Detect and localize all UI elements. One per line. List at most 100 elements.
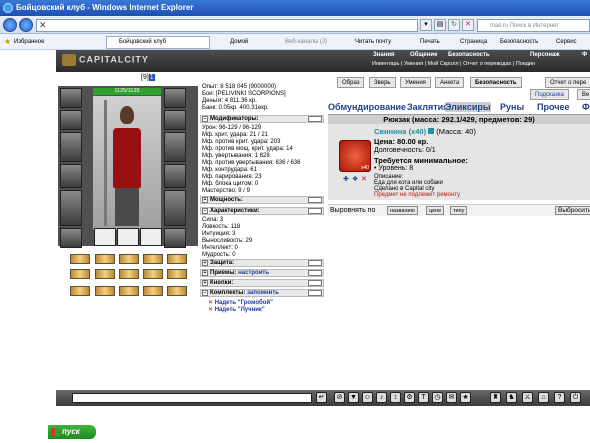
section-controls-icon[interactable] <box>308 208 322 214</box>
scroll-slot-14[interactable] <box>143 286 163 296</box>
scroll-slot-3[interactable] <box>119 254 139 264</box>
search-input[interactable]: mail.ru Поиск в Интернет <box>477 19 590 32</box>
expand-icon[interactable]: + <box>202 260 208 266</box>
sort-by-type-button[interactable]: типу <box>450 206 468 215</box>
use-icon[interactable]: ✚ <box>343 175 349 183</box>
scroll-slot-11[interactable] <box>70 286 90 296</box>
home-button[interactable]: Домой <box>230 34 248 50</box>
scroll-slot-1[interactable] <box>70 254 90 264</box>
send-icon[interactable]: ↵ <box>316 392 327 403</box>
button-image[interactable]: Образ <box>337 77 365 88</box>
sort-by-name-button[interactable]: названию <box>387 206 418 215</box>
expand-icon[interactable]: + <box>202 197 208 203</box>
safety-menu[interactable]: Безопасность <box>500 34 538 50</box>
tab-runes[interactable]: Руны <box>500 102 524 112</box>
sub-menu[interactable]: Инвентарь | Умения | Мой Скролл | Отчет … <box>372 61 535 67</box>
map-icon[interactable]: ⌂ <box>538 392 549 403</box>
collapse-icon[interactable]: − <box>202 208 208 214</box>
sets-section-header[interactable]: − Комплекты: запомнить <box>200 289 324 297</box>
item-name[interactable]: Свинина (x40) <box>374 127 426 136</box>
browser-tab[interactable]: Бойцовский клуб <box>106 36 210 49</box>
scroll-slot-7[interactable] <box>95 269 115 279</box>
scroll-icon[interactable]: ↕ <box>390 392 401 403</box>
stop-icon[interactable]: ✕ <box>462 19 474 31</box>
slot-belt[interactable] <box>60 190 82 226</box>
service-menu[interactable]: Сервис <box>556 34 577 50</box>
scroll-slot-15[interactable] <box>167 286 187 296</box>
expand-icon[interactable]: + <box>202 280 208 286</box>
slot-gloves[interactable] <box>164 110 186 130</box>
scroll-slot-8[interactable] <box>119 269 139 279</box>
character-icon[interactable]: ♞ <box>506 392 517 403</box>
set-item-luchnik[interactable]: ✕ Надеть "Лучник" <box>208 306 265 313</box>
protection-section-header[interactable]: + Защита: <box>200 259 324 267</box>
button-security[interactable]: Безопасность <box>470 77 522 88</box>
start-button[interactable]: пуск <box>48 425 96 439</box>
scroll-slot-9[interactable] <box>143 269 163 279</box>
buttons-section-header[interactable]: + Кнопки: <box>200 279 324 287</box>
chat-input[interactable] <box>72 393 312 403</box>
tab-equipment[interactable]: Обмундирование <box>328 102 406 112</box>
section-controls-icon[interactable] <box>308 197 322 203</box>
slot-armor[interactable] <box>60 164 82 188</box>
scroll-slot-6[interactable] <box>70 269 90 279</box>
smiles-icon[interactable]: ☺ <box>362 392 373 403</box>
section-controls-icon[interactable] <box>308 260 322 266</box>
tab-spells[interactable]: Заклятия <box>407 102 448 112</box>
section-controls-icon[interactable] <box>308 290 322 296</box>
translit-icon[interactable]: T <box>418 392 429 403</box>
expand-icon[interactable]: + <box>202 270 208 276</box>
slot-rings[interactable] <box>164 164 186 188</box>
section-controls-icon[interactable] <box>308 116 322 122</box>
menu-more[interactable]: Ф <box>582 52 587 58</box>
scroll-slot-12[interactable] <box>95 286 115 296</box>
clear-icon[interactable]: ⊘ <box>334 392 345 403</box>
sort-by-price-button[interactable]: цене <box>426 206 445 215</box>
address-bar[interactable]: ✕ <box>36 19 418 32</box>
mail-icon[interactable]: ✉ <box>446 392 457 403</box>
back-button[interactable] <box>3 18 17 32</box>
section-controls-icon[interactable] <box>308 270 322 276</box>
tab-more[interactable]: Ф <box>582 102 590 112</box>
scroll-slot-10[interactable] <box>167 269 187 279</box>
scroll-slot-5[interactable] <box>167 254 187 264</box>
menu-security[interactable]: Безопасность <box>448 52 490 58</box>
page-menu[interactable]: Страница <box>460 34 487 50</box>
exit-icon[interactable]: ⏻ <box>570 392 581 403</box>
rune-slot-3[interactable] <box>140 228 162 246</box>
scroll-slot-4[interactable] <box>143 254 163 264</box>
modifiers-section-header[interactable]: − Модификаторы: <box>200 115 324 123</box>
pork-item-image[interactable]: x40 <box>339 140 371 172</box>
rune-slot-2[interactable] <box>117 228 139 246</box>
history-icon[interactable]: ◷ <box>432 392 443 403</box>
delete-icon[interactable]: ✕ <box>361 175 367 183</box>
remember-link[interactable]: запомнить <box>247 290 279 296</box>
feeds-button[interactable]: Веб-каналы (J) <box>285 34 327 50</box>
info-icon[interactable]: ❖ <box>352 175 358 183</box>
address-dropdown-icon[interactable]: ▾ <box>420 19 432 31</box>
throw-away-button[interactable]: Выбросить <box>555 206 590 215</box>
characteristics-section-header[interactable]: − Характеристики: <box>200 207 324 215</box>
scroll-slot-13[interactable] <box>119 286 139 296</box>
compat-icon[interactable]: ▤ <box>434 19 446 31</box>
collapse-icon[interactable]: − <box>202 290 208 296</box>
collapse-icon[interactable]: − <box>202 116 208 122</box>
battle-icon[interactable]: ⚔ <box>522 392 533 403</box>
read-mail-button[interactable]: Читать почту <box>355 34 391 50</box>
menu-chat[interactable]: Общение <box>410 52 437 58</box>
button-transfer-report[interactable]: Отчет о пере <box>545 77 590 88</box>
tab-other[interactable]: Прочее <box>537 102 569 112</box>
hint-button[interactable]: Подсказка <box>530 89 569 100</box>
favorites-button[interactable]: Избранное <box>14 34 44 50</box>
filter-icon[interactable]: ▼ <box>348 392 359 403</box>
menu-knowledge[interactable]: Знания <box>373 52 395 58</box>
print-button[interactable]: Печать <box>420 34 440 50</box>
forward-button[interactable] <box>19 18 33 32</box>
section-controls-icon[interactable] <box>308 280 322 286</box>
slot-boots-right[interactable] <box>164 228 186 248</box>
sound-icon[interactable]: ♪ <box>376 392 387 403</box>
configure-link[interactable]: настроить <box>238 270 269 276</box>
slot-weapon[interactable] <box>60 132 82 162</box>
refresh-icon[interactable]: ↻ <box>448 19 460 31</box>
slot-helmet[interactable] <box>60 88 82 108</box>
